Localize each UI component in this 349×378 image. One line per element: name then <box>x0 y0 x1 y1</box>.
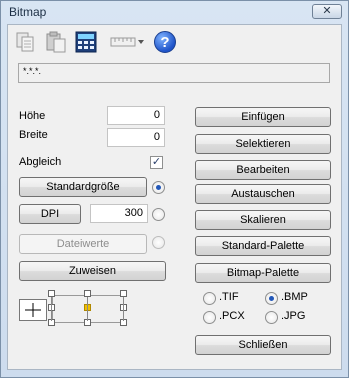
help-glyph: ? <box>160 33 170 51</box>
standardgroesse-radio[interactable] <box>152 181 165 194</box>
dateiwerte-radio[interactable] <box>152 236 165 249</box>
align-handle-top-center[interactable] <box>84 290 91 297</box>
breite-input[interactable]: 0 <box>107 128 165 147</box>
hoehe-label: Höhe <box>19 110 46 122</box>
title-bar: Bitmap ✕ <box>1 1 348 23</box>
selektieren-button[interactable]: Selektieren <box>195 134 331 154</box>
format-tif-label: .TIF <box>219 291 239 303</box>
dpi-button[interactable]: DPI <box>19 204 81 224</box>
close-window-button[interactable]: ✕ <box>312 4 342 19</box>
format-jpg-label: .JPG <box>281 310 306 322</box>
format-pcx-radio[interactable] <box>203 311 216 324</box>
crosshair-icon <box>25 303 41 317</box>
standard-palette-button[interactable]: Standard-Palette <box>195 236 331 256</box>
dpi-radio[interactable] <box>152 208 165 221</box>
format-bmp-radio[interactable] <box>265 292 278 305</box>
skalieren-button[interactable]: Skalieren <box>195 210 331 230</box>
paste-icon[interactable] <box>44 30 68 54</box>
calculator-icon[interactable] <box>74 30 98 54</box>
bitmap-dialog: Bitmap ✕ ? *.*.*. Höhe 0 Breite 0 Abglei… <box>0 0 349 378</box>
austauschen-button[interactable]: Austauschen <box>195 184 331 204</box>
abgleich-label: Abgleich <box>19 156 62 168</box>
breite-label: Breite <box>19 129 48 141</box>
hoehe-input[interactable]: 0 <box>107 106 165 125</box>
format-tif-radio[interactable] <box>203 292 216 305</box>
format-bmp-label: .BMP <box>281 291 308 303</box>
toolbar: ? <box>12 30 212 56</box>
abgleich-checkbox[interactable]: ✓ <box>150 156 163 169</box>
dialog-client-area: ? *.*.*. Höhe 0 Breite 0 Abgleich ✓ Stan… <box>7 24 342 370</box>
alignment-selector[interactable] <box>19 290 129 328</box>
copy-icon[interactable] <box>14 30 38 54</box>
align-guide-right <box>123 297 130 321</box>
einfuegen-button[interactable]: Einfügen <box>195 107 331 127</box>
format-jpg-radio[interactable] <box>265 311 278 324</box>
alignment-origin-box <box>19 299 47 321</box>
dpi-input[interactable]: 300 <box>90 204 148 223</box>
bearbeiten-button[interactable]: Bearbeiten <box>195 160 331 180</box>
align-guide-center <box>87 297 94 321</box>
window-title: Bitmap <box>9 5 47 19</box>
dateiwerte-button[interactable]: Dateiwerte <box>19 234 147 254</box>
close-icon: ✕ <box>322 5 332 17</box>
ruler-dropdown-icon[interactable] <box>110 34 146 50</box>
standardgroesse-button[interactable]: Standardgröße <box>19 177 147 197</box>
align-handle-top-right[interactable] <box>120 290 127 297</box>
path-field: *.*.*. <box>18 63 330 83</box>
help-icon[interactable]: ? <box>154 31 176 53</box>
align-handle-top-left[interactable] <box>48 290 55 297</box>
format-pcx-label: .PCX <box>219 310 245 322</box>
bitmap-palette-button[interactable]: Bitmap-Palette <box>195 263 331 283</box>
align-guide-left <box>51 297 58 321</box>
schliessen-button[interactable]: Schließen <box>195 335 331 355</box>
zuweisen-button[interactable]: Zuweisen <box>19 261 166 281</box>
